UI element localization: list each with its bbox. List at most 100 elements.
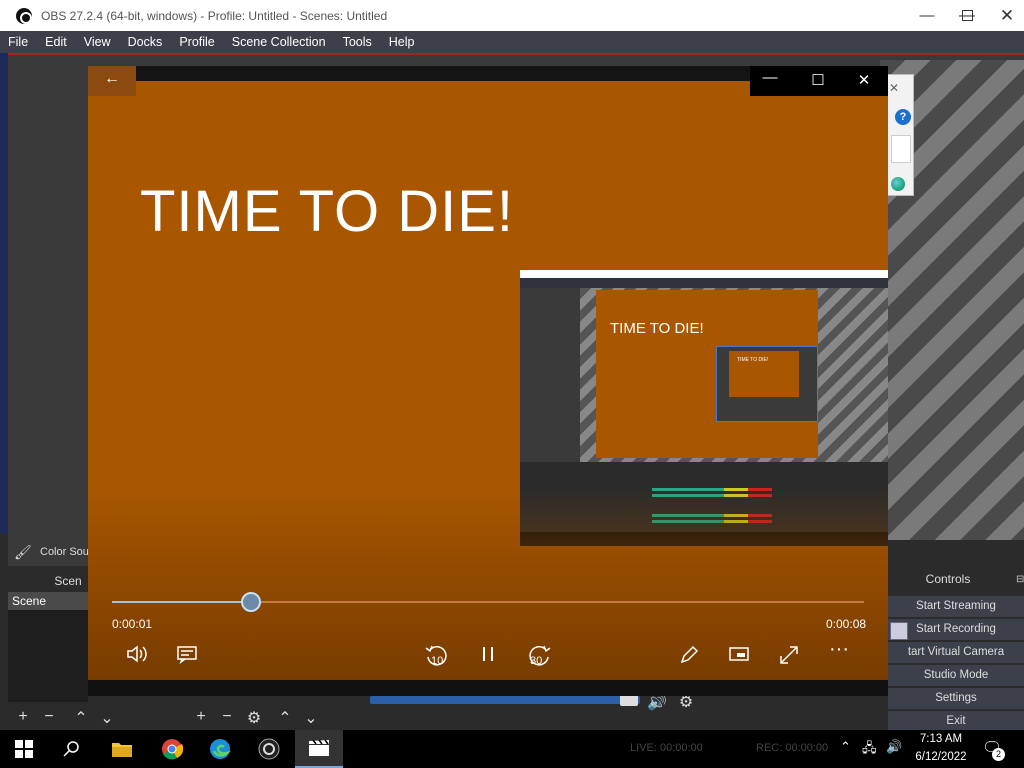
maximize-button[interactable] [944, 0, 990, 31]
captions-icon [177, 646, 197, 664]
move-up-icon[interactable]: ⌃ [70, 708, 92, 728]
thumb-menu-bar [520, 278, 888, 288]
search-button[interactable] [48, 730, 96, 768]
more-options-button[interactable]: ··· [824, 638, 854, 661]
menu-tools[interactable]: Tools [343, 33, 372, 51]
dock-menu-icon[interactable]: ⊟ [1016, 574, 1024, 585]
mini-view-icon [729, 647, 749, 661]
player-minimize-icon[interactable]: — [760, 69, 780, 86]
source-down-icon[interactable]: ⌄ [300, 708, 322, 728]
exit-button[interactable]: Exit [888, 711, 1024, 732]
studio-mode-button[interactable]: Studio Mode [888, 665, 1024, 686]
edge-button[interactable] [196, 730, 244, 768]
volume-button[interactable] [122, 644, 152, 664]
scene-item[interactable]: Scene [8, 592, 88, 610]
obs-preview-border [8, 53, 1024, 55]
video-headline: TIME TO DIE! [140, 179, 515, 244]
add-scene-icon[interactable]: + [12, 708, 34, 726]
settings-button[interactable]: Settings [888, 688, 1024, 709]
current-time: 0:00:01 [112, 617, 153, 631]
seek-handle[interactable] [241, 592, 262, 612]
scenes-header: Scen [54, 574, 82, 588]
back-arrow-icon: ← [104, 70, 120, 87]
obs-live-status: LIVE: 00:00:00 [630, 742, 703, 754]
controls-title: Controls [925, 572, 971, 586]
player-window-controls: — ☐ ✕ [750, 66, 888, 96]
captions-button[interactable] [172, 644, 202, 664]
start-virtual-camera-button[interactable]: tart Virtual Camera [888, 642, 1024, 663]
globe-icon [891, 177, 905, 191]
player-video-top [136, 81, 750, 96]
obs-taskbar-button[interactable] [245, 730, 293, 768]
menu-view[interactable]: View [84, 33, 111, 51]
taskbar-date[interactable]: 6/12/2022 [912, 751, 970, 763]
obs-logo-icon [16, 7, 32, 24]
menu-help[interactable]: Help [389, 33, 415, 51]
edit-button[interactable] [674, 644, 704, 666]
menu-file[interactable]: File [8, 33, 28, 51]
volume-slider[interactable] [370, 696, 640, 704]
network-icon[interactable]: 🖧 [862, 739, 877, 761]
player-maximize-icon[interactable]: ☐ [808, 71, 828, 89]
source-settings-icon[interactable]: ⚙ [243, 708, 265, 728]
source-up-icon[interactable]: ⌃ [274, 708, 296, 728]
chrome-icon [162, 739, 183, 760]
obs-left-edge [0, 53, 8, 533]
close-icon[interactable]: ✕ [889, 81, 899, 95]
edge-icon [210, 739, 231, 759]
pencil-icon [680, 645, 699, 664]
windows-logo-icon [15, 740, 33, 758]
close-button[interactable]: ✕ [990, 0, 1024, 31]
total-time: 0:00:08 [826, 617, 867, 631]
skip-back-label: 10 [431, 655, 444, 667]
player-close-icon[interactable]: ✕ [854, 71, 874, 89]
help-icon[interactable]: ? [895, 109, 911, 125]
taskbar-time[interactable]: 7:13 AM [916, 733, 966, 745]
start-recording-button[interactable]: Start Recording [888, 619, 1024, 640]
thumb-inner-headline: TIME TO DIE! [737, 357, 769, 363]
player-controls-shade [88, 486, 888, 696]
start-button[interactable] [0, 730, 48, 768]
notification-count: 2 [992, 748, 1005, 761]
obs-menu-bar: File Edit View Docks Profile Scene Colle… [0, 31, 1024, 53]
brush-icon: 🖌 [14, 543, 32, 560]
menu-edit[interactable]: Edit [45, 33, 67, 51]
volume-tray-icon[interactable]: 🔊 [886, 739, 902, 755]
move-down-icon[interactable]: ⌄ [96, 708, 118, 728]
obs-icon [258, 738, 280, 760]
pause-button[interactable] [473, 644, 503, 664]
chrome-button[interactable] [148, 730, 196, 768]
media-player-window: ← — ☐ ✕ TIME TO DIE! TIME TO DIE! TIME T… [88, 66, 888, 696]
obs-rec-status: REC: 00:00:00 [756, 742, 829, 754]
thumb-inner-screenshot: TIME TO DIE! [716, 346, 818, 422]
pause-icon [483, 647, 493, 661]
folder-icon [112, 743, 132, 757]
mini-view-button[interactable] [724, 644, 754, 664]
file-explorer-button[interactable] [98, 730, 146, 768]
back-button[interactable]: ← [88, 66, 136, 96]
remove-source-icon[interactable]: − [216, 708, 238, 726]
maximize-icon [961, 10, 973, 21]
scenes-list: Scene [8, 592, 88, 702]
skip-forward-label: 30 [530, 655, 543, 667]
add-source-icon[interactable]: + [190, 708, 212, 726]
show-hidden-icons[interactable]: ⌃ [840, 739, 851, 755]
fullscreen-icon [780, 646, 798, 664]
fullscreen-button[interactable] [774, 644, 804, 666]
volume-icon [127, 645, 147, 663]
remove-scene-icon[interactable]: − [38, 708, 60, 726]
seek-bar-progress [112, 601, 252, 603]
dialog-field[interactable] [891, 135, 911, 163]
player-footer [88, 680, 888, 696]
background-dialog: ✕ ? [886, 74, 914, 196]
media-player-taskbar-button[interactable] [295, 730, 343, 768]
menu-profile[interactable]: Profile [179, 33, 214, 51]
studio-mode-icon [890, 622, 908, 640]
thumb-left-panel [520, 288, 580, 462]
start-streaming-button[interactable]: Start Streaming [888, 596, 1024, 617]
menu-docks[interactable]: Docks [128, 33, 163, 51]
menu-scene-collection[interactable]: Scene Collection [232, 33, 326, 51]
obs-window-title: OBS 27.2.4 (64-bit, windows) - Profile: … [41, 8, 388, 23]
thumb-title-bar [520, 270, 888, 278]
clapperboard-icon [309, 739, 329, 756]
